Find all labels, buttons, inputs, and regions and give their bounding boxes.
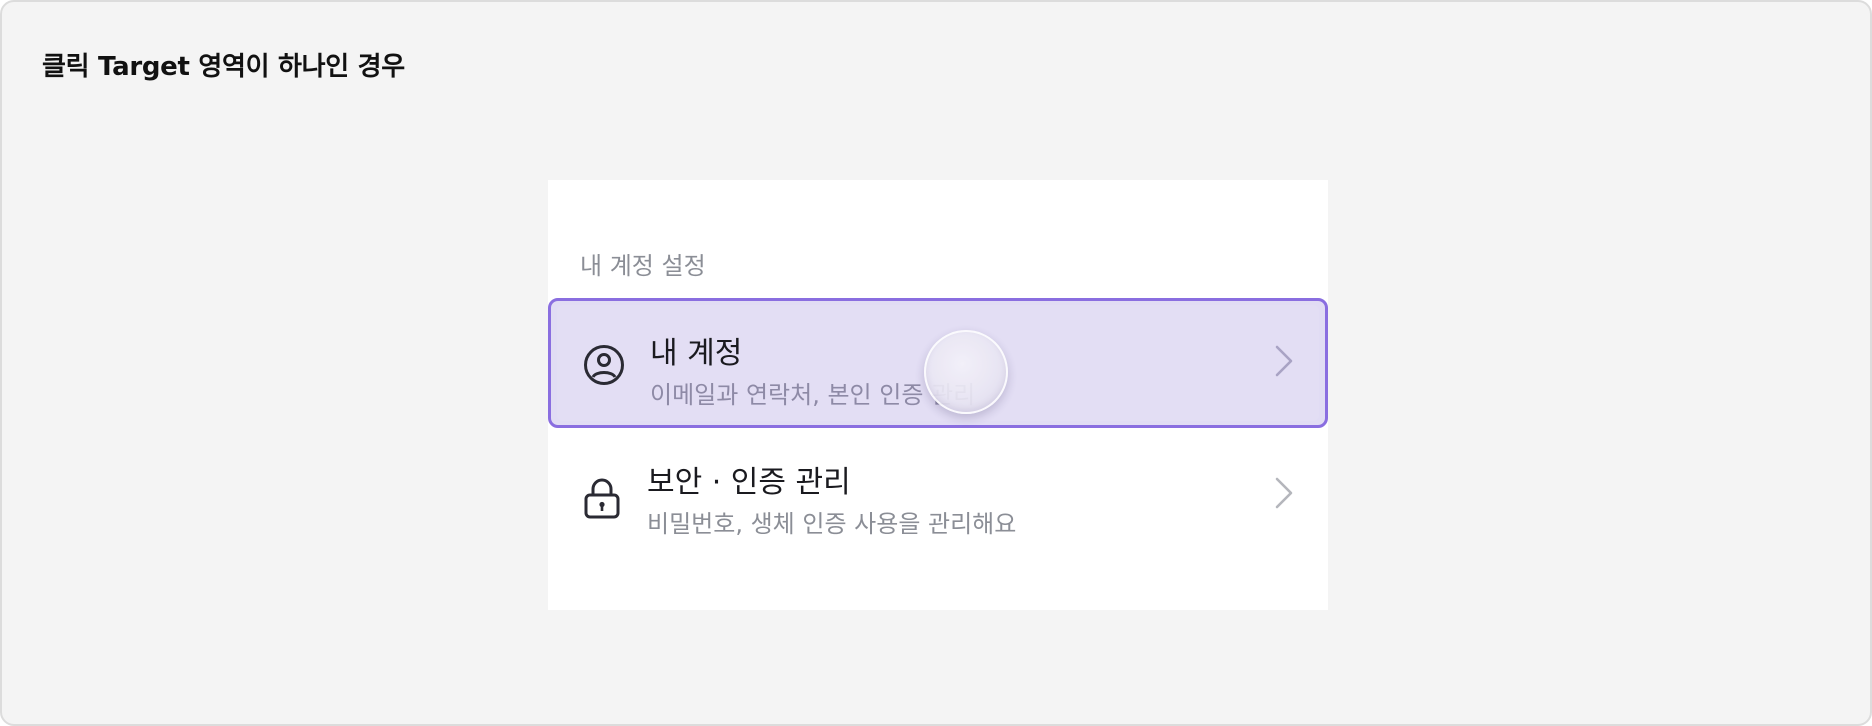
lock-icon	[583, 477, 625, 519]
canvas-frame: 클릭 Target 영역이 하나인 경우 내 계정 설정 내 계정 이메일과 연…	[0, 0, 1872, 726]
menu-item-title: 보안 · 인증 관리	[647, 465, 851, 500]
user-circle-icon	[583, 344, 625, 386]
section-label: 내 계정 설정	[580, 252, 706, 280]
page-title: 클릭 Target 영역이 하나인 경우	[42, 52, 405, 82]
menu-item-title: 내 계정	[650, 336, 743, 371]
menu-item-security-auth[interactable]: 보안 · 인증 관리 비밀번호, 생체 인증 사용을 관리해요	[548, 430, 1328, 560]
touch-indicator	[924, 330, 1008, 414]
chevron-right-icon	[1274, 344, 1294, 378]
chevron-right-icon	[1274, 476, 1294, 510]
menu-item-description: 비밀번호, 생체 인증 사용을 관리해요	[647, 510, 1017, 538]
